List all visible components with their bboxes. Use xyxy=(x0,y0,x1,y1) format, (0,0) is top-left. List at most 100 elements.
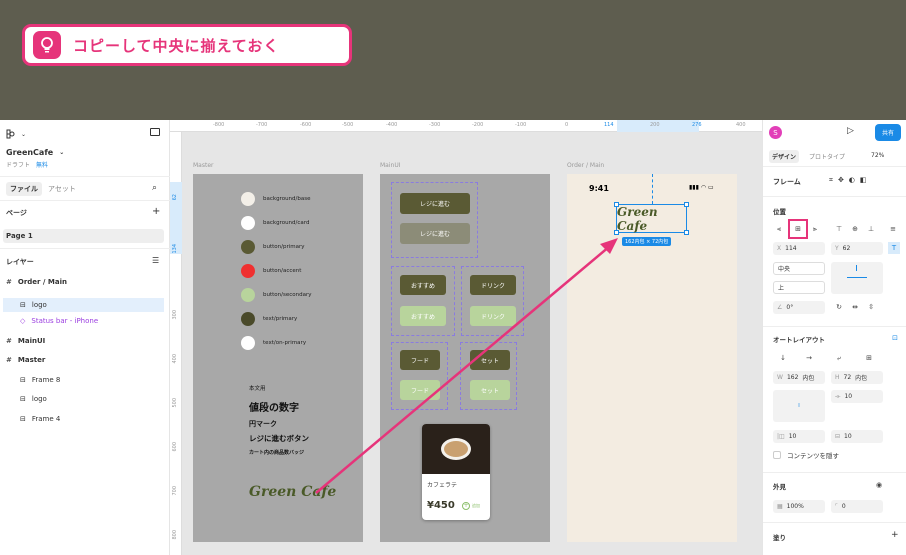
page-item[interactable]: Page 1 xyxy=(3,229,164,243)
direction-grid-icon[interactable]: ⊞ xyxy=(863,352,875,364)
layer-item[interactable]: ⊟ Frame 8 xyxy=(20,376,60,384)
rotation-icon: ∠ xyxy=(777,304,783,311)
pad-v-value: 10 xyxy=(844,433,852,440)
layer-item[interactable]: ⊟ logo xyxy=(3,297,164,312)
padding-v-icon: ⊟ xyxy=(835,433,841,440)
radius-value: 0 xyxy=(841,503,846,510)
panel-tabs: ファイル アセット xyxy=(6,182,76,196)
figma-logo-icon[interactable] xyxy=(6,128,15,140)
y-value: 62 xyxy=(842,245,851,252)
main-menu-button[interactable]: ⌄ xyxy=(6,128,26,140)
zoom-level[interactable]: 72% xyxy=(871,152,884,159)
pages-header: ページ xyxy=(6,209,27,217)
opacity-field[interactable]: ▦ 100% xyxy=(773,500,825,513)
component-icon: ◇ xyxy=(20,317,26,325)
x-label: X xyxy=(777,245,782,252)
gap-icon: ⟛ xyxy=(835,392,841,400)
rotation-field[interactable]: ∠ 0° xyxy=(773,301,825,314)
direction-horizontal-icon[interactable]: → xyxy=(803,352,815,364)
tab-design[interactable]: デザイン xyxy=(769,150,800,163)
tab-file[interactable]: ファイル xyxy=(6,182,42,196)
layer-label: Status bar - iPhone xyxy=(31,317,99,325)
tab-prototype[interactable]: プロトタイプ xyxy=(809,152,845,161)
layout-icon: ⊟ xyxy=(20,300,26,309)
present-icon[interactable]: ▷ xyxy=(847,126,854,136)
align-top-icon[interactable]: ⊤ xyxy=(833,223,845,235)
vertical-constraint[interactable]: 上 xyxy=(773,281,825,294)
flip-horizontal-icon[interactable]: ⇹ xyxy=(849,301,861,313)
y-label: Y xyxy=(835,245,839,252)
layer-label: logo xyxy=(31,300,47,309)
figma-window: ⌄ GreenCafe ⌄ ドラフト 無料 ファイル アセット ⌕ ページ + Pa… xyxy=(0,120,906,555)
file-meta: ドラフト 無料 xyxy=(6,160,48,169)
layer-label: Frame 8 xyxy=(31,375,61,384)
align-horizontal-center-icon[interactable]: ⊞ xyxy=(788,219,808,239)
layout-icon: ⊟ xyxy=(20,395,26,403)
layout-icon: ⊟ xyxy=(20,375,26,384)
add-fill-icon[interactable]: + xyxy=(891,530,899,540)
tab-assets[interactable]: アセット xyxy=(48,184,76,194)
sidebar-toggle-icon[interactable] xyxy=(150,128,160,136)
x-field[interactable]: X 114 xyxy=(773,242,825,255)
layer-item[interactable]: # Master xyxy=(6,356,45,364)
share-button[interactable]: 共有 xyxy=(875,124,901,141)
layout-icon: ⊟ xyxy=(20,414,26,423)
layer-label: Master xyxy=(17,356,46,364)
height-field[interactable]: H 72 内包 xyxy=(831,371,883,384)
rotate-icon[interactable]: ↻ xyxy=(833,301,845,313)
vertical-padding-field[interactable]: ⊟ 10 xyxy=(831,430,883,443)
distribute-icon[interactable]: ≡ xyxy=(887,223,899,235)
frame-icon: # xyxy=(6,336,12,345)
visibility-eye-icon[interactable]: ◉ xyxy=(873,479,885,491)
layer-item[interactable]: ⊟ logo xyxy=(20,395,47,403)
add-page-icon[interactable]: + xyxy=(152,206,160,217)
y-field[interactable]: Y 62 xyxy=(831,242,883,255)
direction-vertical-icon[interactable]: ↓ xyxy=(777,352,789,364)
layer-item[interactable]: # MainUI xyxy=(6,337,45,345)
constraints-icon[interactable]: T xyxy=(888,242,900,254)
alignment-grid[interactable]: ⦙⦙ xyxy=(773,390,825,422)
right-panel: S ▷ 共有 デザイン プロトタイプ 72% フレーム ⌗✥◐◧ 位置 ⫷ ⊞ … xyxy=(762,120,906,555)
radius-field[interactable]: ⌜ 0 xyxy=(831,500,883,513)
draft-label: ドラフト xyxy=(6,162,31,169)
search-icon[interactable]: ⌕ xyxy=(152,183,157,193)
plan-badge: 無料 xyxy=(36,162,49,169)
direction-wrap-icon[interactable]: ⤶ xyxy=(833,352,845,364)
avatar[interactable]: S xyxy=(769,126,782,139)
align-left-icon[interactable]: ⫷ xyxy=(773,223,785,235)
constraint-diagram[interactable] xyxy=(831,262,883,294)
gap-field[interactable]: ⟛ 10 xyxy=(831,390,883,403)
w-value: 162 xyxy=(786,374,799,381)
layer-item[interactable]: ⊟ Frame 4 xyxy=(20,415,60,423)
autolayout-toggle-icon[interactable]: ⊡ xyxy=(889,332,901,344)
horizontal-constraint[interactable]: 中央 xyxy=(773,262,825,275)
autolayout-header: オートレイアウト xyxy=(773,336,825,344)
width-field[interactable]: W 162 内包 xyxy=(773,371,825,384)
layer-item[interactable]: ◇ Status bar - iPhone xyxy=(20,317,98,325)
flip-vertical-icon[interactable]: ⇳ xyxy=(865,301,877,313)
padding-h-icon: |◫ xyxy=(777,433,785,440)
frame-dropdown[interactable]: フレーム xyxy=(773,177,801,187)
layers-options-icon[interactable]: ☰ xyxy=(152,256,159,265)
frame-icon: # xyxy=(6,356,12,364)
layer-item[interactable]: # Order / Main xyxy=(6,278,67,286)
align-right-icon[interactable]: ⫸ xyxy=(809,223,821,235)
opacity-icon: ▦ xyxy=(777,503,783,510)
w-mode[interactable]: 内包 xyxy=(802,373,814,382)
align-vertical-center-icon[interactable]: ⊕ xyxy=(849,223,861,235)
appearance-header: 外見 xyxy=(773,483,786,491)
clip-content-row[interactable]: コンテンツを隠す xyxy=(773,450,839,460)
file-name[interactable]: GreenCafe ⌄ xyxy=(6,148,64,157)
h-mode[interactable]: 内包 xyxy=(855,373,867,382)
instruction-banner: コピーして中央に揃えておく xyxy=(22,24,352,66)
align-bottom-icon[interactable]: ⊥ xyxy=(865,223,877,235)
rotation-value: 0° xyxy=(786,304,794,311)
layer-label: logo xyxy=(31,395,47,403)
opacity-value: 100% xyxy=(786,503,804,510)
position-header: 位置 xyxy=(773,208,786,216)
banner-text: コピーして中央に揃えておく xyxy=(73,36,280,55)
clip-checkbox[interactable] xyxy=(773,451,781,459)
horizontal-padding-field[interactable]: |◫ 10 xyxy=(773,430,825,443)
canvas[interactable]: -800 -700 -600 -500 -400 -300 -200 -100 0 114 200 2… xyxy=(170,120,762,555)
frame-tools-icons[interactable]: ⌗✥◐◧ xyxy=(829,176,872,185)
